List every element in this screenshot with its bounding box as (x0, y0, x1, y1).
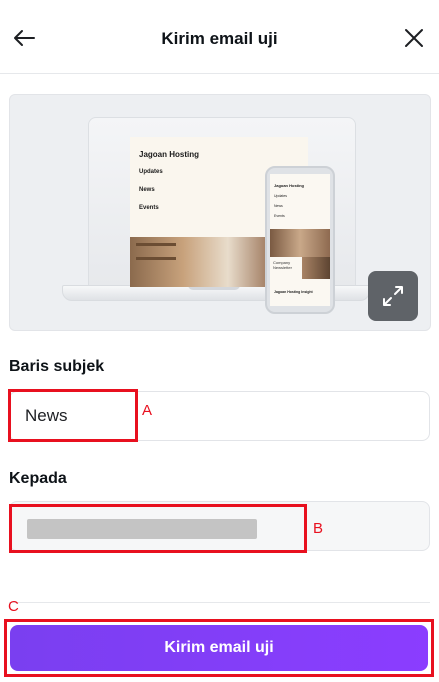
dialog-header: Kirim email uji (0, 0, 439, 74)
dialog-title: Kirim email uji (161, 29, 278, 48)
annotation-label-a: A (142, 402, 153, 419)
footer-divider (9, 602, 430, 603)
back-button[interactable] (8, 22, 40, 54)
phone-side-photo (302, 257, 330, 279)
email-mobile-preview: Jagoan Hosting Updates News Events Compa… (270, 174, 330, 306)
photo-shelf (136, 257, 176, 260)
phone-mockup: Jagoan Hosting Updates News Events Compa… (265, 166, 335, 314)
email-brand: Jagoan Hosting (139, 150, 200, 159)
phone-insight-text: Jagoan Hosting Insight (274, 290, 313, 294)
annotation-label-c: C (8, 598, 19, 615)
email-preview: Jagoan Hosting Updates News Events Jagoa… (9, 94, 431, 331)
phone-nav-item: Updates (274, 194, 288, 198)
subject-input[interactable] (9, 391, 430, 441)
phone-newsletter-text: Company Newsletter (273, 260, 292, 270)
subject-value: News (25, 406, 68, 425)
email-nav-item: News (139, 187, 155, 193)
phone-nav-item: Events (274, 214, 285, 218)
subject-label: Baris subjek (9, 358, 105, 375)
recipient-label: Kepada (9, 470, 67, 487)
phone-hero-photo (270, 229, 330, 257)
phone-nav-item: News (274, 204, 283, 208)
phone-email-brand: Jagoan Hosting (274, 183, 305, 188)
close-button[interactable] (398, 22, 430, 54)
expand-preview-button[interactable] (368, 271, 418, 321)
email-nav-item: Updates (139, 169, 163, 175)
email-nav-item: Events (139, 205, 159, 211)
photo-shelf (136, 243, 176, 246)
annotation-label-b: B (313, 520, 324, 537)
recipient-value-redacted (27, 519, 257, 539)
arrow-left-icon (14, 30, 35, 46)
close-icon (405, 29, 423, 47)
send-test-email-button[interactable]: Kirim email uji (10, 625, 428, 671)
expand-icon (383, 286, 403, 306)
